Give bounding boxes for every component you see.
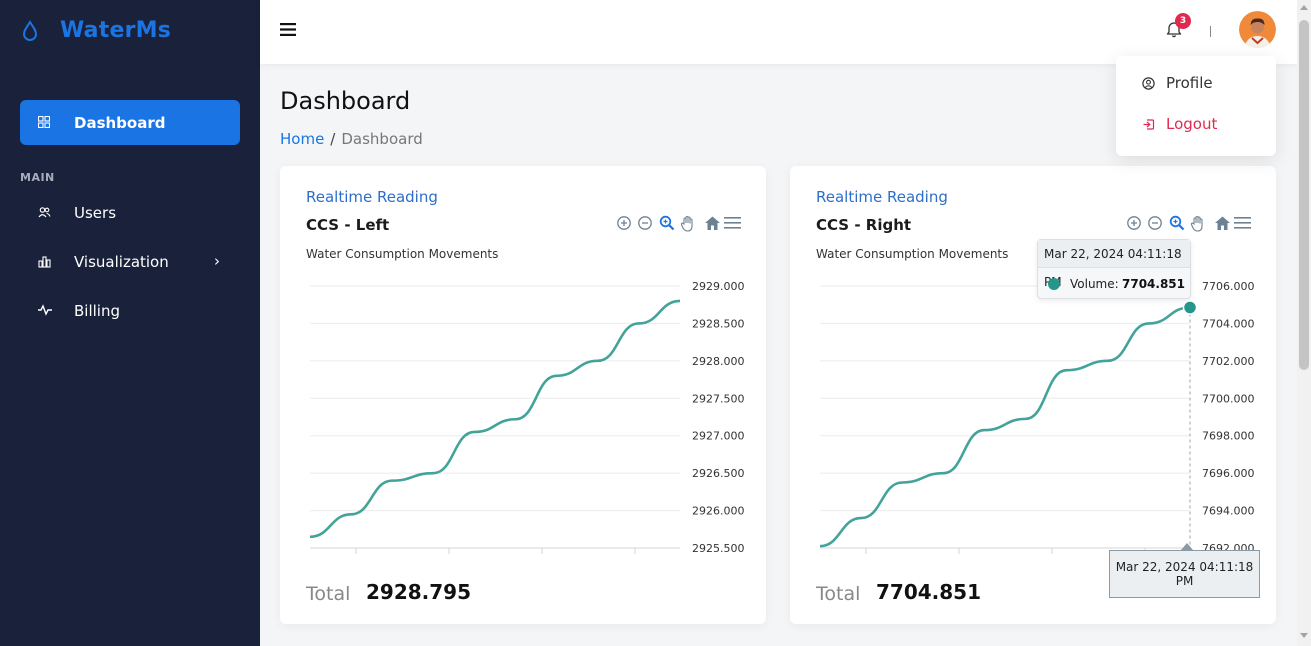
y-tick-label: 2926.500	[692, 467, 745, 480]
y-tick-label: 2927.500	[692, 392, 745, 405]
breadcrumb: Home / Dashboard	[280, 130, 423, 148]
y-tick-label: 7700.000	[1202, 392, 1255, 405]
y-tick-label: 2928.000	[692, 355, 745, 368]
tooltip-title: Mar 22, 2024 04:11:18 PM	[1038, 240, 1190, 289]
card-title: CCS - Left	[306, 216, 390, 234]
sidebar-item-visualization[interactable]: Visualization ›	[20, 242, 240, 282]
xaxis-tooltip: Mar 22, 2024 04:11:18 PM	[1109, 550, 1260, 598]
pan-hand-icon[interactable]	[1190, 215, 1206, 237]
total-value: 2928.795	[366, 580, 472, 604]
scroll-thumb[interactable]	[1299, 20, 1309, 370]
avatar[interactable]	[1239, 11, 1276, 48]
chart-toolbar	[1126, 215, 1254, 235]
sidebar-item-label: Users	[74, 204, 117, 222]
xaxis-tooltip-arrow	[1181, 543, 1193, 550]
zoom-out-icon[interactable]	[637, 215, 653, 235]
total-label: Total	[306, 583, 351, 605]
y-tick-label: 7706.000	[1202, 280, 1255, 293]
chart-menu-icon[interactable]	[1234, 215, 1251, 234]
tooltip-series-label: Volume:	[1070, 277, 1119, 291]
brand-name: WaterMs	[60, 18, 172, 43]
y-tick-label: 2928.500	[692, 317, 745, 330]
card-subtitle: Realtime Reading	[816, 188, 948, 206]
sidebar-item-label: Visualization	[74, 253, 169, 271]
chart-card-right: Realtime Reading CCS - Right Water Consu…	[790, 166, 1276, 624]
notification-badge: 3	[1175, 13, 1191, 29]
home-reset-icon[interactable]	[1214, 215, 1231, 235]
user-circle-icon	[1142, 76, 1155, 90]
user-dropdown-menu: Profile Logout	[1116, 56, 1276, 156]
topbar: 3	[260, 0, 1297, 64]
sidebar-item-label: Billing	[74, 302, 120, 320]
users-icon	[38, 207, 51, 218]
zoom-in-icon[interactable]	[616, 215, 632, 235]
y-tick-label: 7698.000	[1202, 430, 1255, 443]
breadcrumb-separator: /	[330, 130, 336, 148]
scroll-up-arrow-icon[interactable]	[1300, 5, 1308, 10]
total-label: Total	[816, 583, 861, 605]
y-tick-label: 7694.000	[1202, 505, 1255, 518]
chart-toolbar	[616, 215, 744, 235]
breadcrumb-home-link[interactable]: Home	[280, 130, 324, 148]
zoom-in-icon[interactable]	[1126, 215, 1142, 235]
brand[interactable]: WaterMs	[20, 18, 171, 43]
total-value: 7704.851	[876, 580, 982, 604]
hamburger-menu-icon[interactable]	[280, 22, 297, 37]
series-line	[309, 299, 681, 539]
card-subtitle: Realtime Reading	[306, 188, 438, 206]
logout-icon	[1143, 118, 1155, 130]
divider	[1210, 26, 1211, 37]
zoom-out-icon[interactable]	[1147, 215, 1163, 235]
line-chart: 2929.000 2928.500 2928.000 2927.500 2927.000…	[309, 280, 745, 555]
sidebar-item-label: Dashboard	[74, 113, 166, 132]
y-tick-label: 7696.000	[1202, 467, 1255, 480]
tooltip-value: 7704.851	[1122, 277, 1186, 291]
sidebar-item-billing[interactable]: Billing	[20, 291, 240, 331]
chevron-right-icon: ›	[214, 252, 220, 270]
logout-menu-item[interactable]: Logout	[1142, 115, 1217, 133]
grid-icon	[38, 116, 50, 128]
y-tick-label: 7704.000	[1202, 317, 1255, 330]
line-chart: 7706.000 7704.000 7702.000 7700.000 7698.000…	[819, 280, 1255, 555]
chart-area[interactable]: 2929.000 2928.500 2928.000 2927.500 2927.000…	[280, 266, 766, 566]
card-title: CCS - Right	[816, 216, 912, 234]
scroll-down-arrow-icon[interactable]	[1300, 633, 1308, 638]
chart-area[interactable]: 7706.000 7704.000 7702.000 7700.000 7698.000…	[790, 266, 1276, 566]
y-tick-label: 7702.000	[1202, 355, 1255, 368]
page-title: Dashboard	[280, 87, 411, 115]
selection-zoom-icon[interactable]	[1169, 215, 1185, 235]
home-reset-icon[interactable]	[704, 215, 721, 235]
sidebar-section-title: MAIN	[20, 171, 55, 184]
sidebar: WaterMs Dashboard MAIN Users Visualizati…	[0, 0, 260, 646]
y-tick-label: 2929.000	[692, 280, 745, 293]
bar-chart-icon	[38, 256, 51, 268]
activity-icon	[38, 304, 52, 316]
sidebar-item-users[interactable]: Users	[20, 193, 240, 233]
sidebar-item-dashboard[interactable]: Dashboard	[20, 100, 240, 145]
y-tick-label: 2927.000	[692, 430, 745, 443]
series-marker-icon	[1048, 278, 1060, 290]
chart-card-left: Realtime Reading CCS - Left Water Consum…	[280, 166, 766, 624]
selection-zoom-icon[interactable]	[659, 215, 675, 235]
chart-tooltip: Mar 22, 2024 04:11:18 PM Volume: 7704.85…	[1037, 239, 1191, 299]
y-tick-label: 2925.500	[692, 542, 745, 555]
avatar-image	[1239, 11, 1276, 48]
y-tick-label: 2926.000	[692, 505, 745, 518]
page-scrollbar[interactable]	[1297, 0, 1311, 646]
breadcrumb-current: Dashboard	[341, 130, 423, 148]
chart-menu-icon[interactable]	[724, 215, 741, 234]
pan-hand-icon[interactable]	[680, 215, 696, 237]
chart-heading: Water Consumption Movements	[306, 247, 499, 261]
chart-heading: Water Consumption Movements	[816, 247, 1009, 261]
hover-point-marker[interactable]	[1182, 300, 1198, 315]
water-drop-icon	[22, 19, 38, 41]
profile-label: Profile	[1166, 74, 1213, 92]
profile-menu-item[interactable]: Profile	[1142, 74, 1213, 92]
logout-label: Logout	[1166, 115, 1218, 133]
